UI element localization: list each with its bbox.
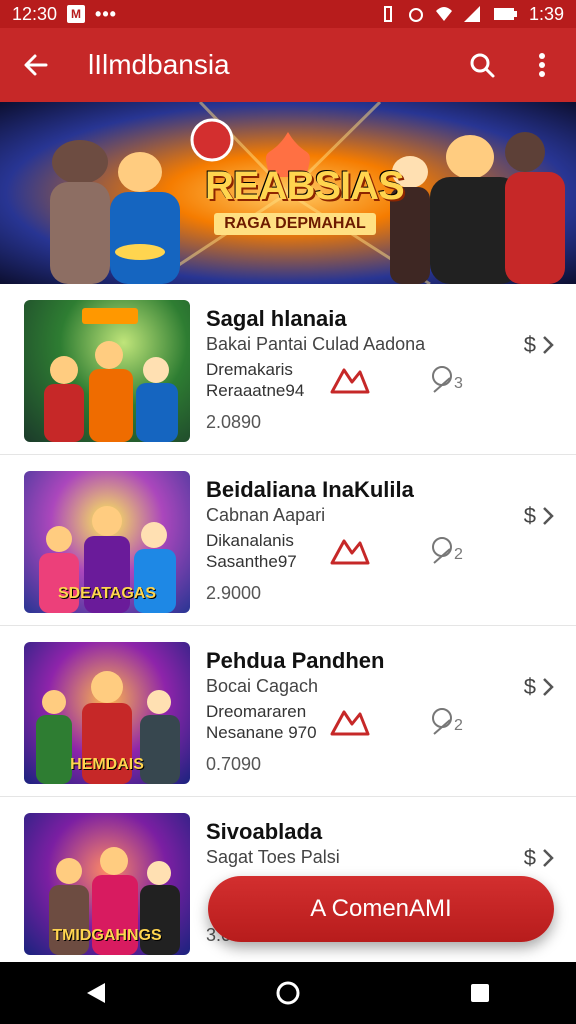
red-brand-icon (330, 539, 370, 565)
app-bar: lIlmdbansia (0, 28, 576, 102)
signal-icon (463, 6, 480, 22)
price-symbol: $ (523, 845, 536, 870)
app-title: lIlmdbansia (88, 49, 230, 80)
search-button[interactable] (464, 47, 500, 83)
thumb-caption: SDEATAGAS (57, 585, 157, 602)
thumb-caption: HEMDAIS (70, 756, 144, 773)
item-meta: Dikanalanis Sasanthe97 (206, 530, 297, 572)
item-thumbnail (24, 300, 190, 442)
status-time-left: 12:30 (12, 3, 58, 24)
chevron-right-icon (543, 678, 554, 696)
back-button[interactable] (16, 45, 56, 85)
search-icon (470, 53, 495, 78)
svg-text:2: 2 (454, 717, 463, 734)
status-dots: ••• (95, 3, 117, 24)
red-brand-icon (330, 368, 370, 394)
overflow-menu-button[interactable] (524, 47, 560, 83)
item-thumbnail: HEMDAIS (24, 642, 190, 784)
banner-subtitle: RAGA DEPMAHAL (214, 213, 376, 235)
item-title: Pehdua Pandhen (206, 648, 385, 673)
arrow-left-icon (24, 54, 48, 76)
list-item[interactable]: Sagal hlanaia Bakai Pantai Culad Aadona … (0, 284, 576, 455)
thumb-caption: TMIDGAHNGS (52, 927, 162, 944)
svg-text:2: 2 (454, 546, 463, 563)
item-thumbnail: SDEATAGAS (24, 471, 190, 613)
square-recents-icon (471, 984, 489, 1002)
price-symbol: $ (523, 674, 536, 699)
item-meta-line1: Dreomararen (206, 702, 307, 721)
item-meta-line2: Reraaatne94 (206, 381, 305, 400)
banner-title: REABSIAS (205, 164, 405, 208)
price-symbol: $ (523, 332, 536, 357)
list-item[interactable]: SDEATAGAS Beidaliana InaKulila Cabnan Aa… (0, 455, 576, 626)
item-action[interactable]: $ (524, 845, 554, 871)
item-meta-line2: Sasanthe97 (206, 552, 297, 571)
alarm-icon (408, 8, 423, 22)
item-subtitle: Cabnan Aapari (206, 505, 326, 525)
hero-banner[interactable]: REABSIAS RAGA DEPMAHAL (0, 102, 576, 284)
list-item[interactable]: HEMDAIS Pehdua Pandhen Bocai Cagach Dreo… (0, 626, 576, 797)
system-nav-bar (0, 962, 576, 1024)
notification-icon: M (67, 5, 86, 23)
primary-action-button[interactable]: A ComenAMI (208, 876, 554, 942)
item-title: Sivoablada (206, 819, 323, 844)
item-meta-line1: Dremakaris (206, 360, 293, 379)
item-meta-line2: Nesanane 970 (206, 723, 317, 742)
item-meta: Dremakaris Reraaatne94 (206, 359, 304, 401)
chevron-right-icon (543, 336, 554, 354)
item-subtitle: Sagat Toes Palsi (206, 847, 340, 867)
gift-icon: 2 (432, 708, 463, 735)
chevron-right-icon (543, 507, 554, 525)
item-action[interactable]: $ (524, 332, 554, 358)
thumb-art (44, 308, 178, 442)
item-title: Sagal hlanaia (206, 306, 347, 331)
item-subtitle: Bocai Cagach (206, 676, 319, 696)
wifi-icon (435, 7, 452, 21)
item-meta: Dreomararen Nesanane 970 (206, 701, 317, 743)
red-brand-icon (330, 710, 370, 736)
triangle-back-icon (87, 983, 105, 1003)
gift-icon: 2 (432, 537, 463, 564)
chevron-right-icon (543, 849, 554, 867)
status-bar: 12:30 M ••• 1:39 (0, 0, 576, 28)
item-price: 2.9000 (206, 583, 262, 603)
status-time-right: 1:39 (528, 3, 564, 24)
item-subtitle: Bakai Pantai Culad Aadona (206, 334, 426, 354)
item-meta-line1: Dikanalanis (206, 531, 294, 550)
nav-recents-button[interactable] (456, 969, 504, 1017)
vibrate-icon (383, 6, 392, 22)
price-symbol: $ (523, 503, 536, 528)
banner-title-wrap: REABSIAS RAGA DEPMAHAL (205, 164, 405, 235)
circle-home-icon (276, 981, 300, 1005)
item-action[interactable]: $ (524, 674, 554, 700)
more-vert-icon (539, 53, 545, 77)
svg-text:3: 3 (454, 375, 463, 392)
nav-back-button[interactable] (72, 969, 120, 1017)
battery-icon (493, 8, 517, 20)
item-price: 0.7090 (206, 754, 262, 774)
nav-home-button[interactable] (264, 969, 312, 1017)
item-price: 2.0890 (206, 412, 262, 432)
gift-icon: 3 (432, 366, 463, 393)
game-list: Sagal hlanaia Bakai Pantai Culad Aadona … (0, 284, 576, 968)
item-title: Beidaliana InaKulila (206, 477, 414, 502)
item-action[interactable]: $ (524, 503, 554, 529)
item-thumbnail: TMIDGAHNGS (24, 813, 190, 955)
